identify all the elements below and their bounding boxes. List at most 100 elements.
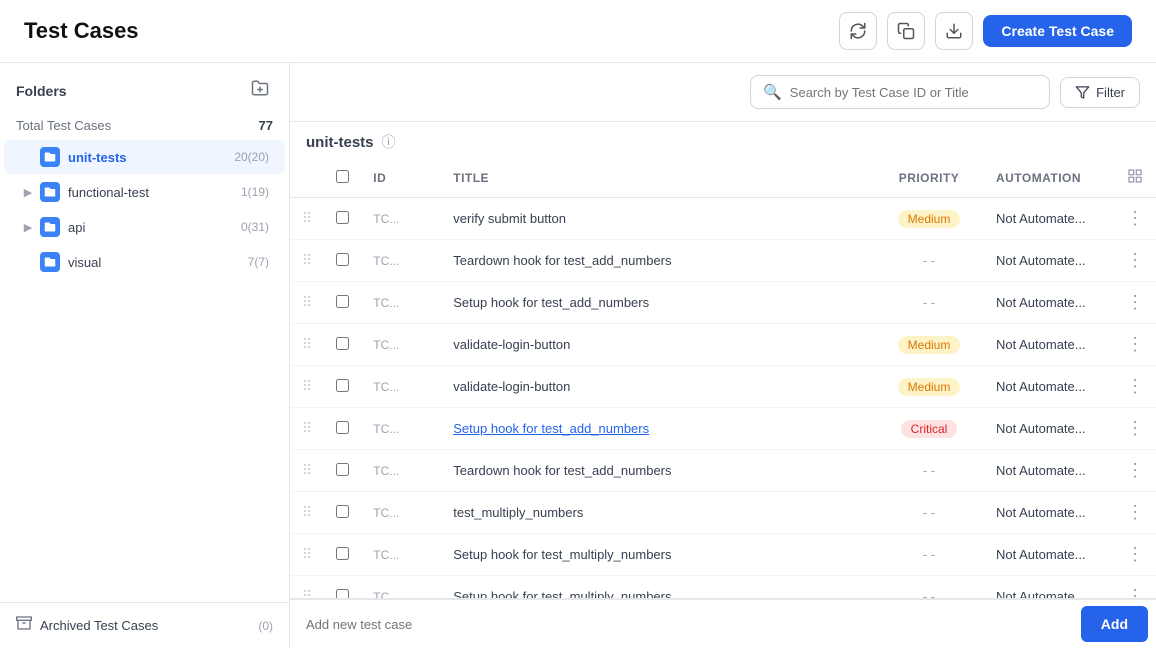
row-more-button[interactable]: ⋮ [1114,450,1156,492]
row-id: TC... [361,240,441,282]
row-title[interactable]: Setup hook for test_add_numbers [441,408,874,450]
row-checkbox[interactable] [336,463,349,476]
total-count: 77 [259,118,273,133]
row-priority: - - [874,576,984,599]
content-area: 🔍 Filter unit-tests ⓘ [290,63,1156,648]
test-cases-table-wrap: ID TITLE PRIORITY AUTOMATION ⠿TC...verif… [290,158,1156,598]
priority-badge: Medium [898,210,961,228]
table-row: ⠿TC...Setup hook for test_multiply_numbe… [290,576,1156,599]
header-actions: Create Test Case [839,12,1132,50]
row-title: test_multiply_numbers [441,492,874,534]
drag-handle[interactable]: ⠿ [290,576,324,599]
folder-count-unit-tests: 20(20) [234,150,269,164]
row-more-button[interactable]: ⋮ [1114,576,1156,599]
table-row: ⠿TC...test_multiply_numbers- -Not Automa… [290,492,1156,534]
row-checkbox[interactable] [336,589,349,599]
add-row: Add [290,598,1156,648]
drag-handle[interactable]: ⠿ [290,492,324,534]
page-title: Test Cases [24,18,139,44]
folder-title: unit-tests [306,134,374,151]
row-title: validate-login-button [441,366,874,408]
row-checkbox[interactable] [336,547,349,560]
row-id: TC... [361,198,441,240]
chevron-placeholder [20,149,36,165]
sidebar-item-api[interactable]: ▶ api 0(31) [4,210,285,244]
row-checkbox[interactable] [336,379,349,392]
table-row: ⠿ TC...Setup hook for test_multiply_numbe… [290,534,1156,576]
row-more-button[interactable]: ⋮ [1114,492,1156,534]
row-checkbox[interactable] [336,253,349,266]
refresh-icon-button[interactable] [839,12,877,50]
row-more-button[interactable]: ⋮ [1114,240,1156,282]
search-input-wrap[interactable]: 🔍 [750,75,1050,109]
row-checkbox-cell [324,408,361,450]
table-row: ⠿TC...Teardown hook for test_add_numbers… [290,240,1156,282]
filter-button[interactable]: Filter [1060,77,1140,108]
add-folder-button[interactable] [247,77,273,104]
row-more-button[interactable]: ⋮ [1114,282,1156,324]
row-checkbox-cell [324,366,361,408]
row-id: TC... [361,534,441,576]
drag-handle[interactable]: ⠿ [290,198,324,240]
row-more-button[interactable]: ⋮ [1114,324,1156,366]
row-checkbox-cell [324,450,361,492]
create-test-case-button[interactable]: Create Test Case [983,15,1132,47]
row-checkbox-cell [324,534,361,576]
row-checkbox-cell [324,240,361,282]
drag-handle[interactable]: ⠿ [290,324,324,366]
folder-count-visual: 7(7) [248,255,269,269]
sidebar-item-functional-test[interactable]: ▶ functional-test 1(19) [4,175,285,209]
chevron-placeholder-visual [20,254,36,270]
folder-name-unit-tests: unit-tests [68,150,234,165]
drag-handle[interactable]: ⠿ [290,240,324,282]
drag-handle[interactable]: ⠿ [290,450,324,492]
col-layout-icon [1114,158,1156,198]
row-id: TC... [361,282,441,324]
table-row: ⠿TC...Setup hook for test_add_numbers- -… [290,282,1156,324]
filter-label: Filter [1096,85,1125,100]
row-checkbox[interactable] [336,421,349,434]
select-all-checkbox[interactable] [336,170,349,183]
sidebar-item-unit-tests[interactable]: unit-tests 20(20) [4,140,285,174]
total-label: Total Test Cases [16,118,111,133]
table-row: ⠿TC...Setup hook for test_add_numbersCri… [290,408,1156,450]
priority-badge: Medium [898,336,961,354]
row-more-button[interactable]: ⋮ [1114,408,1156,450]
folder-icon-visual [40,252,60,272]
row-checkbox[interactable] [336,505,349,518]
row-automation: Not Automate... [984,408,1114,450]
drag-handle[interactable]: ⠿ [290,282,324,324]
col-drag [290,158,324,198]
row-checkbox[interactable] [336,211,349,224]
drag-handle[interactable]: ⠿ [290,408,324,450]
row-more-button[interactable]: ⋮ [1114,198,1156,240]
priority-badge: Medium [898,378,961,396]
copy-icon-button[interactable] [887,12,925,50]
chevron-icon-functional: ▶ [20,184,36,200]
sidebar-header: Folders [0,63,289,112]
row-id: TC... [361,450,441,492]
drag-handle[interactable]: ⠿ [290,366,324,408]
row-title: Setup hook for test_multiply_numbers [441,534,874,576]
folders-label: Folders [16,83,67,99]
row-title: validate-login-button [441,324,874,366]
sidebar-item-visual[interactable]: visual 7(7) [4,245,285,279]
table-row: ⠿TC...validate-login-buttonMediumNot Aut… [290,324,1156,366]
chevron-icon-api: ▶ [20,219,36,235]
add-test-case-input[interactable] [290,603,1073,646]
download-icon-button[interactable] [935,12,973,50]
row-id: TC... [361,366,441,408]
info-icon[interactable]: ⓘ [382,132,396,152]
folder-count-api: 0(31) [241,220,269,234]
row-automation: Not Automate... [984,534,1114,576]
drag-handle[interactable]: ⠿ [290,534,324,576]
row-checkbox[interactable] [336,337,349,350]
row-more-button[interactable]: ⋮ [1114,534,1156,576]
row-more-button[interactable]: ⋮ [1114,366,1156,408]
col-title-header: TITLE [441,158,874,198]
row-checkbox[interactable] [336,295,349,308]
folder-icon-functional [40,182,60,202]
row-automation: Not Automate... [984,240,1114,282]
search-input[interactable] [790,85,1037,100]
add-button[interactable]: Add [1081,606,1148,642]
